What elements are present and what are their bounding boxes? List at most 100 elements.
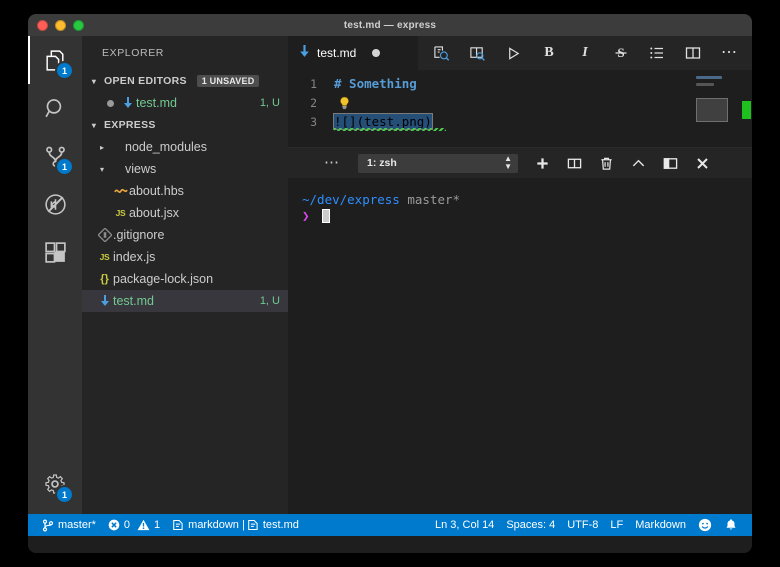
editor-group: test.md B I ⋯ 1 # Something 2 3 ![](test… <box>288 36 752 514</box>
panel-icon[interactable] <box>662 155 678 171</box>
status-eol[interactable]: LF <box>604 514 629 536</box>
activity-item-run-and-debug[interactable] <box>28 180 82 228</box>
status-branch[interactable]: master* <box>36 514 102 536</box>
open-editor-meta: 1, U <box>259 97 280 109</box>
code-editor[interactable]: 1 # Something 2 3 ![](test.png) <box>288 70 752 147</box>
code-line-2: 2 <box>288 93 752 112</box>
status-cursor-position[interactable]: Ln 3, Col 14 <box>429 514 500 536</box>
minimize-window-button[interactable] <box>55 19 66 31</box>
node_modules-twisty[interactable]: ▸ <box>96 143 108 152</box>
status-cursor-label: Ln 3, Col 14 <box>434 519 495 531</box>
tree-item-index-js[interactable]: JS index.js <box>82 246 288 268</box>
tree-item-gitignore[interactable]: .gitignore <box>82 224 288 246</box>
minimap[interactable] <box>692 70 738 147</box>
smiley-icon <box>698 518 712 532</box>
line-content[interactable]: ![](test.png) <box>333 113 433 130</box>
status-feedback[interactable] <box>692 514 718 536</box>
terminal-path: ~/dev/express <box>302 192 400 207</box>
open-editor-label: test.md <box>136 96 177 110</box>
activity-item-extensions[interactable] <box>28 228 82 276</box>
plus-icon[interactable] <box>534 155 550 171</box>
dirty-indicator-icon[interactable] <box>102 99 119 107</box>
bell-icon <box>724 518 738 532</box>
close-window-button[interactable] <box>37 19 48 31</box>
tree-item-test-md[interactable]: test.md 1, U <box>82 290 288 312</box>
split-icon[interactable] <box>566 155 582 171</box>
status-warning-count: 1 <box>154 519 161 531</box>
panel-header: ⋯ 1: zsh ▲ ▼ <box>288 148 752 178</box>
status-language-mode[interactable]: Markdown <box>629 514 692 536</box>
workspace-twisty[interactable]: ▾ <box>88 121 100 130</box>
status-language-label: Markdown <box>635 519 686 531</box>
extensions-icon <box>43 240 68 265</box>
status-active-file-label: test.md <box>262 519 299 531</box>
terminal-cursor[interactable] <box>322 209 331 223</box>
ellipsis-icon[interactable]: ⋯ <box>720 44 738 62</box>
activity-item-search[interactable] <box>28 84 82 132</box>
no-debug-icon <box>43 192 68 217</box>
status-notifications[interactable] <box>718 514 744 536</box>
json-icon: {} <box>100 273 109 285</box>
source-control-badge: 1 <box>57 159 72 174</box>
terminal-select[interactable]: 1: zsh ▲ ▼ <box>358 153 518 173</box>
line-number: 2 <box>310 95 317 110</box>
status-bar: master* 0 1 markdown | test.md Ln 3, Col… <box>28 514 752 536</box>
activity-item-source-control[interactable]: 1 <box>28 132 82 180</box>
preview-side-icon[interactable] <box>468 44 486 62</box>
strikethrough-icon[interactable]: S <box>612 44 630 62</box>
section-open-editors[interactable]: ▾ OPEN EDITORS 1 UNSAVED <box>82 70 288 92</box>
tree-item-label: views <box>125 162 157 176</box>
chevron-up-icon[interactable] <box>630 155 646 171</box>
bold-icon[interactable]: B <box>540 44 558 62</box>
editor-tabs: test.md B I ⋯ <box>288 36 752 70</box>
split-editor-icon[interactable] <box>684 44 702 62</box>
open-editor-row[interactable]: test.md 1, U <box>82 92 288 114</box>
close-icon[interactable] <box>694 155 710 171</box>
play-icon[interactable] <box>504 44 522 62</box>
explorer-badge: 1 <box>57 63 72 78</box>
status-encoding[interactable]: UTF-8 <box>561 514 604 536</box>
trash-icon[interactable] <box>598 155 614 171</box>
tree-item-about-hbs[interactable]: about.hbs <box>82 180 288 202</box>
status-problems[interactable]: 0 1 <box>102 514 166 536</box>
tree-item-node_modules[interactable]: ▸ node_modules <box>82 136 288 158</box>
activity-item-settings[interactable]: 1 <box>28 460 82 508</box>
preview-search-icon[interactable] <box>432 44 450 62</box>
git-branch-icon <box>42 518 54 532</box>
open-editors-twisty[interactable]: ▾ <box>88 77 100 86</box>
tree-item-label: about.jsx <box>129 206 180 220</box>
code-line-1: 1 # Something <box>288 74 752 93</box>
markdown-icon <box>119 96 136 110</box>
tree-item-label: node_modules <box>125 140 208 154</box>
overview-ruler[interactable] <box>738 70 752 147</box>
tree-item-label: test.md <box>113 294 154 308</box>
preview-icon <box>172 519 184 531</box>
status-indentation-label: Spaces: 4 <box>506 519 556 531</box>
terminal-line-prompt: ❯ <box>302 208 752 224</box>
section-workspace[interactable]: ▾ EXPRESS <box>82 114 288 136</box>
terminal-output[interactable]: ~/dev/express master* ❯ <box>288 178 752 514</box>
activity-item-explorer[interactable]: 1 <box>28 36 82 84</box>
views-twisty[interactable]: ▾ <box>96 165 108 174</box>
traffic-lights <box>37 19 84 31</box>
tree-item-package-lock-json[interactable]: {} package-lock.json <box>82 268 288 290</box>
tab-test-md[interactable]: test.md <box>288 36 419 70</box>
status-markdown-label: markdown | <box>188 519 245 531</box>
list-icon[interactable] <box>648 44 666 62</box>
maximize-window-button[interactable] <box>73 19 84 31</box>
terminal-line-cwd: ~/dev/express master* <box>302 192 752 208</box>
minimap-slider[interactable] <box>696 98 728 122</box>
workspace-label: EXPRESS <box>104 119 156 131</box>
tree-item-views[interactable]: ▾ views <box>82 158 288 180</box>
lightbulb-icon[interactable] <box>338 96 351 110</box>
tab-dirty-indicator[interactable] <box>372 49 381 57</box>
status-indentation[interactable]: Spaces: 4 <box>500 514 561 536</box>
tree-item-meta: 1, U <box>259 295 280 307</box>
status-encoding-label: UTF-8 <box>567 519 599 531</box>
tree-item-about-jsx[interactable]: JS about.jsx <box>82 202 288 224</box>
minimap-line <box>696 83 714 86</box>
italic-icon[interactable]: I <box>576 44 594 62</box>
search-icon <box>43 96 68 121</box>
terminal-prompt: ❯ <box>302 208 310 223</box>
status-markdown-lint[interactable]: markdown | test.md <box>166 514 305 536</box>
